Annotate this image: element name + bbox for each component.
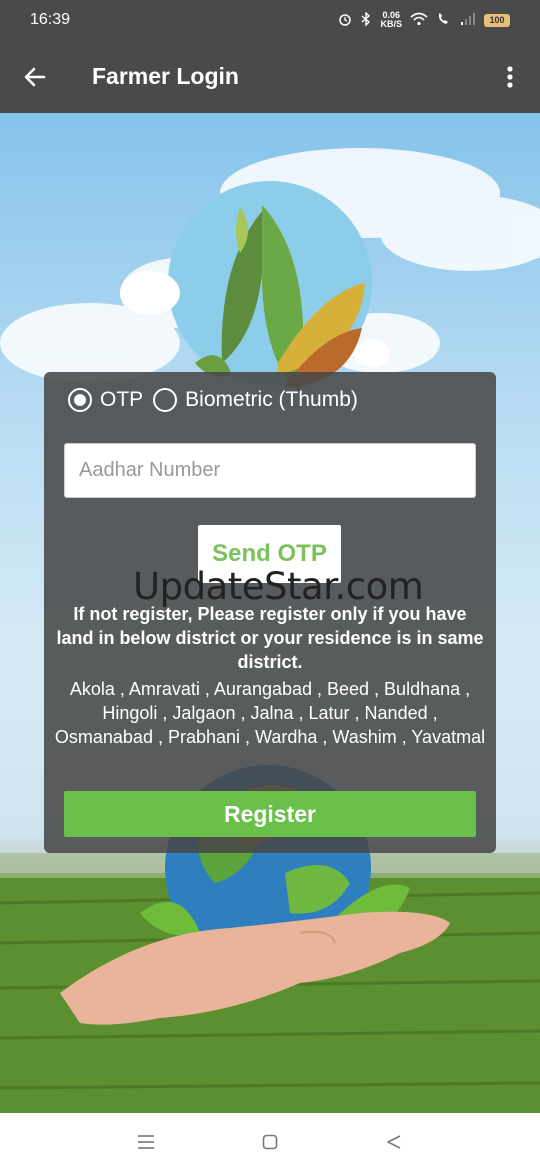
- app-bar: Farmer Login: [0, 40, 540, 113]
- signal-icon: [460, 12, 476, 29]
- home-button[interactable]: [208, 1134, 332, 1150]
- page-title: Farmer Login: [92, 63, 239, 89]
- auth-method-group: OTP Biometric (Thumb): [68, 388, 368, 412]
- volte-call-icon: [436, 12, 452, 29]
- bluetooth-icon: [360, 10, 372, 29]
- wifi-icon: [410, 12, 428, 29]
- biometric-radio-label[interactable]: Biometric (Thumb): [185, 388, 358, 412]
- triangle-back-icon: [387, 1134, 401, 1149]
- status-icons: 0.06 KB/S 100: [338, 11, 510, 29]
- more-vert-icon: [507, 65, 513, 88]
- back-nav-button[interactable]: [332, 1134, 456, 1150]
- watermark: UpdateStar.com: [133, 565, 424, 608]
- register-button[interactable]: Register: [64, 791, 476, 837]
- network-speed: 0.06 KB/S: [380, 11, 402, 29]
- speed-unit: KB/S: [380, 19, 402, 29]
- menu-lines-icon: [138, 1134, 154, 1149]
- alarm-icon: [338, 12, 352, 29]
- arrow-left-icon: [24, 67, 46, 86]
- status-bar: 16:39 0.06 KB/S 100: [0, 0, 540, 40]
- back-button[interactable]: [0, 40, 70, 113]
- aadhar-number-input[interactable]: [64, 443, 476, 498]
- battery-icon: 100: [484, 13, 510, 27]
- biometric-radio[interactable]: [153, 388, 178, 412]
- recents-button[interactable]: [84, 1134, 208, 1150]
- otp-radio-label[interactable]: OTP: [100, 388, 143, 412]
- district-list: Akola , Amravati , Aurangabad , Beed , B…: [54, 679, 486, 747]
- status-time: 16:39: [30, 11, 71, 28]
- login-panel: OTP Biometric (Thumb) Send OTP If not re…: [44, 372, 496, 853]
- registration-notice: If not register, Please register only if…: [56, 604, 484, 672]
- square-home-icon: [262, 1134, 278, 1149]
- overflow-menu-button[interactable]: [490, 40, 530, 113]
- system-nav-bar: [0, 1113, 540, 1170]
- otp-radio[interactable]: [68, 388, 92, 412]
